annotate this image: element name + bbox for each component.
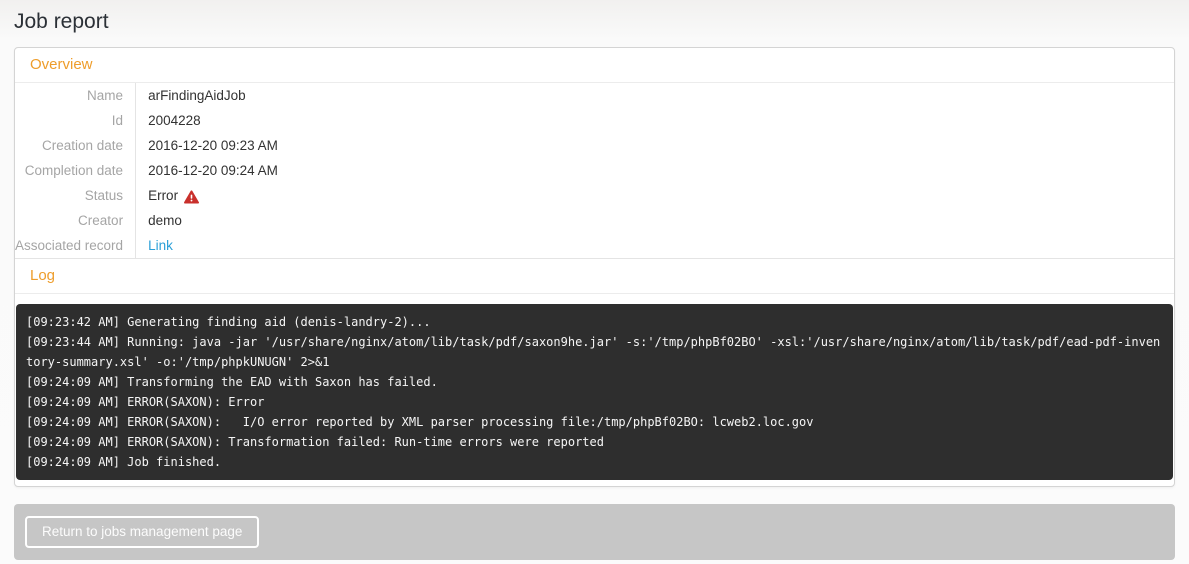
associated-record-link[interactable]: Link (148, 238, 173, 253)
error-warning-triangle-icon (184, 190, 199, 204)
actions-bar: Return to jobs management page (14, 504, 1175, 560)
field-row-associated-record: Associated record Link (15, 233, 1174, 259)
page-title: Job report (0, 0, 1189, 47)
log-section-heading: Log (15, 259, 1174, 294)
field-label: Completion date (15, 158, 136, 183)
field-label: Creation date (15, 133, 136, 158)
overview-fields: Name arFindingAidJob Id 2004228 Creation… (15, 83, 1174, 259)
return-to-jobs-button[interactable]: Return to jobs management page (25, 516, 259, 548)
overview-section-heading: Overview (15, 48, 1174, 83)
log-console: [09:23:42 AM] Generating finding aid (de… (16, 304, 1173, 480)
log-line: [09:23:44 AM] Running: java -jar '/usr/s… (26, 332, 1163, 372)
field-label: Associated record (15, 233, 136, 259)
field-row-creation-date: Creation date 2016-12-20 09:23 AM (15, 133, 1174, 158)
field-value: arFindingAidJob (136, 83, 1174, 108)
log-line: [09:24:09 AM] ERROR(SAXON): I/O error re… (26, 412, 1163, 432)
log-line: [09:24:09 AM] ERROR(SAXON): Transformati… (26, 432, 1163, 452)
field-row-id: Id 2004228 (15, 108, 1174, 133)
job-report-panel: Overview Name arFindingAidJob Id 2004228… (14, 47, 1175, 487)
field-label: Status (15, 183, 136, 208)
log-line: [09:24:09 AM] Transforming the EAD with … (26, 372, 1163, 392)
field-row-name: Name arFindingAidJob (15, 83, 1174, 108)
log-line: [09:23:42 AM] Generating finding aid (de… (26, 312, 1163, 332)
field-value: 2004228 (136, 108, 1174, 133)
field-row-completion-date: Completion date 2016-12-20 09:24 AM (15, 158, 1174, 183)
field-row-status: Status Error (15, 183, 1174, 208)
field-label: Name (15, 83, 136, 108)
field-value-status: Error (136, 183, 1174, 208)
field-value: 2016-12-20 09:23 AM (136, 133, 1174, 158)
field-label: Creator (15, 208, 136, 233)
field-value: demo (136, 208, 1174, 233)
field-label: Id (15, 108, 136, 133)
field-row-creator: Creator demo (15, 208, 1174, 233)
log-line: [09:24:09 AM] ERROR(SAXON): Error (26, 392, 1163, 412)
status-text: Error (148, 187, 178, 204)
log-line: [09:24:09 AM] Job finished. (26, 452, 1163, 472)
field-value: 2016-12-20 09:24 AM (136, 158, 1174, 183)
